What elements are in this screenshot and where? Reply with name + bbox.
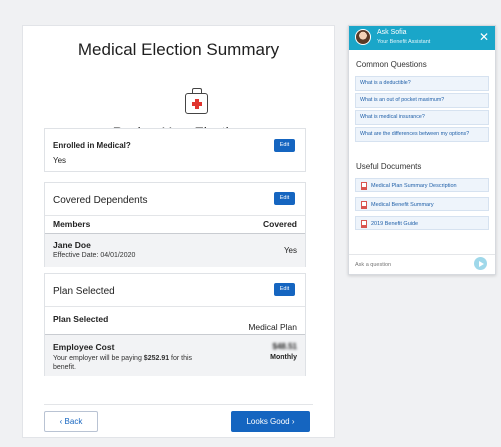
- plan-section: Plan Selected Edit Plan Selected Medical…: [44, 273, 306, 376]
- send-icon[interactable]: [474, 257, 487, 270]
- document-item[interactable]: Medical Benefit Summary: [355, 197, 489, 211]
- document-label: Medical Benefit Summary: [371, 202, 434, 208]
- edit-plan-button[interactable]: Edit: [274, 283, 295, 296]
- dependents-section: Covered Dependents Edit Members Covered …: [44, 182, 306, 267]
- members-column-header: Members: [53, 219, 91, 229]
- election-summary-card: Medical Election Summary Review Your Ele…: [22, 25, 335, 438]
- useful-documents-heading: Useful Documents: [356, 162, 422, 171]
- close-icon[interactable]: ✕: [479, 30, 489, 44]
- document-item[interactable]: 2019 Benefit Guide: [355, 216, 489, 230]
- divider: [45, 215, 305, 216]
- employer-amount: $252.91: [143, 355, 170, 362]
- looks-good-label: Looks Good: [246, 417, 290, 426]
- dependent-covered: Yes: [283, 246, 297, 255]
- common-questions-heading: Common Questions: [356, 60, 427, 69]
- question-item[interactable]: What is an out of pocket maximum?: [355, 93, 489, 108]
- employee-cost-label: Employee Cost: [53, 342, 115, 352]
- plan-selected-value: Medical Plan: [248, 322, 297, 332]
- edit-enrolled-button[interactable]: Edit: [274, 139, 295, 152]
- footer-divider: [44, 404, 313, 405]
- chevron-right-icon: ›: [291, 417, 295, 426]
- table-row: Jane Doe Effective Date: 04/01/2020 Yes: [45, 233, 305, 267]
- dependent-effective-date: Effective Date: 04/01/2020: [53, 252, 136, 259]
- enrolled-answer: Yes: [53, 156, 67, 165]
- question-item[interactable]: What is a deductible?: [355, 76, 489, 91]
- back-label: Back: [64, 417, 83, 426]
- employer-contribution-note: Your employer will be paying $252.91 for…: [53, 354, 213, 372]
- benefit-assistant-panel: Ask Sofia Your Benefit Assistant ✕ Commo…: [348, 25, 496, 275]
- pdf-icon: [361, 201, 367, 209]
- enrolled-section: Enrolled in Medical? Yes Edit: [44, 128, 306, 172]
- pdf-icon: [361, 182, 367, 190]
- chevron-left-icon: ‹: [59, 417, 63, 426]
- page-title: Medical Election Summary: [77, 40, 280, 59]
- plan-selected-label: Plan Selected: [53, 314, 109, 324]
- divider: [349, 254, 495, 255]
- document-item[interactable]: Medical Plan Summary Description: [355, 178, 489, 192]
- cost-frequency: Monthly: [270, 354, 297, 361]
- question-item[interactable]: What are the differences between my opti…: [355, 127, 489, 142]
- employee-cost-amount: $48.51: [272, 342, 297, 351]
- back-button[interactable]: ‹ Back: [44, 411, 98, 432]
- edit-dependents-button[interactable]: Edit: [274, 192, 295, 205]
- assistant-subtitle: Your Benefit Assistant: [377, 39, 431, 45]
- ask-question-input[interactable]: [355, 258, 465, 271]
- note-prefix: Your employer will be paying: [53, 355, 144, 362]
- looks-good-button[interactable]: Looks Good ›: [231, 411, 310, 432]
- divider: [45, 306, 305, 307]
- employee-cost-row: Employee Cost Your employer will be payi…: [45, 334, 305, 376]
- avatar: [355, 29, 371, 45]
- enrolled-question: Enrolled in Medical?: [53, 141, 131, 150]
- question-item[interactable]: What is medical insurance?: [355, 110, 489, 125]
- dependent-name: Jane Doe: [53, 240, 91, 250]
- pdf-icon: [361, 220, 367, 228]
- document-label: 2019 Benefit Guide: [371, 221, 419, 227]
- medical-kit-icon: [185, 88, 208, 114]
- covered-column-header: Covered: [262, 219, 297, 229]
- dependents-heading: Covered Dependents: [53, 195, 148, 206]
- plan-heading: Plan Selected: [53, 286, 115, 297]
- assistant-header: Ask Sofia Your Benefit Assistant ✕: [349, 26, 495, 50]
- document-label: Medical Plan Summary Description: [371, 183, 457, 189]
- assistant-name: Ask Sofia: [377, 29, 407, 36]
